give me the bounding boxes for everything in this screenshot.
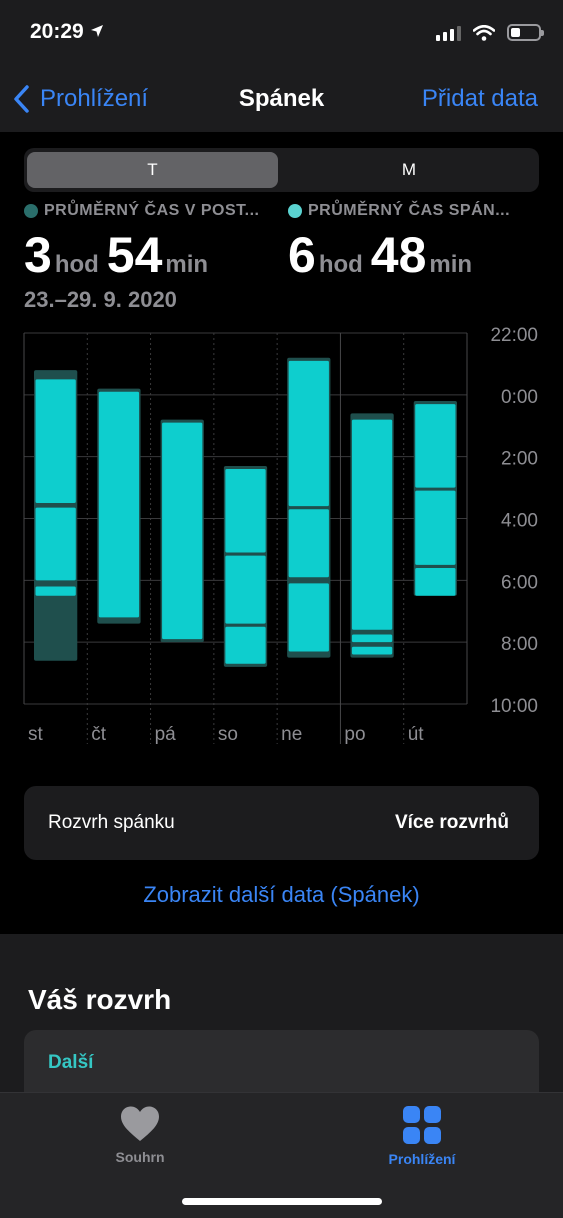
status-time-text: 20:29: [30, 20, 84, 43]
segment-month[interactable]: M: [282, 152, 536, 188]
x-tick-label: út: [408, 724, 425, 745]
tab-summary[interactable]: Souhrn: [60, 1105, 220, 1165]
asleep-bar: [415, 490, 456, 565]
stat-minutes-unit: min: [165, 251, 209, 278]
segment-week[interactable]: T: [27, 152, 278, 188]
sleep-chart-svg: 22:00 0:00 2:00 4:00 6:00 8:00 10:00 st čt pá so ne…: [23, 325, 538, 745]
x-tick-label: ne: [281, 724, 302, 745]
battery-level: [511, 28, 520, 37]
cellular-signal-icon: [436, 25, 461, 41]
stat-hours: 3: [24, 227, 52, 283]
wifi-icon: [473, 24, 495, 41]
tab-browse-label: Prohlížení: [388, 1151, 456, 1167]
asleep-bar: [162, 422, 203, 640]
stat-value: 6 hod 48 min: [288, 230, 510, 280]
status-bar: 20:29: [0, 0, 563, 70]
status-icons: [436, 24, 544, 41]
y-tick-label: 22:00: [490, 325, 538, 346]
heart-icon: [121, 1106, 159, 1141]
in-bed-legend-dot: [24, 204, 38, 218]
stat-hours: 6: [288, 227, 316, 283]
y-tick-label: 0:00: [501, 387, 538, 408]
date-range: 23.–29. 9. 2020: [24, 287, 177, 312]
y-tick-label: 4:00: [501, 511, 538, 532]
asleep-bar: [225, 469, 266, 553]
y-tick-label: 6:00: [501, 572, 538, 593]
asleep-bar: [225, 555, 266, 624]
x-tick-label: so: [218, 724, 238, 745]
x-tick-label: čt: [91, 724, 107, 745]
asleep-bar: [288, 509, 329, 578]
asleep-bar: [415, 567, 456, 596]
show-more-data-link[interactable]: Zobrazit další data (Spánek): [0, 882, 563, 908]
home-indicator: [182, 1198, 382, 1205]
stat-label-text: PRŮMĚRNÝ ČAS SPÁN...: [308, 202, 511, 219]
sleep-schedule-label: Rozvrh spánku: [48, 812, 175, 833]
status-time: 20:29: [30, 20, 104, 44]
y-tick-label: 8:00: [501, 634, 538, 655]
tab-browse[interactable]: Prohlížení: [342, 1105, 502, 1167]
asleep-legend-dot: [288, 204, 302, 218]
next-schedule-label: Další: [48, 1052, 94, 1073]
asleep-bar: [288, 583, 329, 652]
tab-summary-label: Souhrn: [115, 1149, 165, 1165]
add-data-button[interactable]: Přidat data: [422, 85, 538, 113]
asleep-bar: [351, 634, 393, 643]
stat-time-asleep: PRŮMĚRNÝ ČAS SPÁN... 6 hod 48 min: [288, 202, 510, 280]
stat-label: PRŮMĚRNÝ ČAS SPÁN...: [288, 202, 510, 220]
stat-hours-unit: hod: [318, 251, 363, 278]
sleep-schedule-row[interactable]: Rozvrh spánku Více rozvrhů: [24, 786, 539, 860]
stat-minutes-unit: min: [429, 251, 473, 278]
x-tick-label: st: [28, 724, 44, 745]
stat-hours-unit: hod: [54, 251, 99, 278]
asleep-bar: [35, 586, 76, 596]
battery-icon: [507, 24, 544, 41]
period-segmented-control: T M: [24, 148, 539, 192]
stat-minutes: 48: [370, 227, 427, 283]
asleep-bar: [35, 379, 76, 504]
asleep-bar: [415, 404, 456, 488]
nav-bar: Prohlížení Spánek Přidat data: [0, 70, 563, 132]
location-arrow-icon: [90, 25, 103, 37]
your-schedule-title: Váš rozvrh: [28, 984, 172, 1015]
x-tick-label: pá: [155, 724, 177, 745]
stat-label: PRŮMĚRNÝ ČAS V POST...: [24, 202, 259, 220]
grid-icon: [403, 1106, 441, 1144]
stat-time-in-bed: PRŮMĚRNÝ ČAS V POST... 3 hod 54 min: [24, 202, 259, 280]
stat-value: 3 hod 54 min: [24, 230, 259, 280]
screen: 20:29 Prohlížení Spánek Přidat data T M …: [0, 0, 563, 1218]
asleep-bar: [288, 360, 329, 507]
more-schedules-button[interactable]: Více rozvrhů: [395, 812, 509, 834]
asleep-bar: [351, 646, 393, 655]
stat-minutes: 54: [106, 227, 163, 283]
asleep-bar: [35, 507, 76, 581]
asleep-bar: [225, 626, 266, 664]
x-tick-label: po: [344, 724, 365, 745]
y-tick-label: 2:00: [501, 449, 538, 470]
asleep-bar: [351, 419, 393, 630]
stat-label-text: PRŮMĚRNÝ ČAS V POST...: [44, 202, 260, 219]
sleep-chart[interactable]: 22:00 0:00 2:00 4:00 6:00 8:00 10:00 st čt pá so ne…: [0, 322, 563, 752]
y-tick-label: 10:00: [490, 696, 538, 717]
asleep-bar: [98, 391, 140, 618]
